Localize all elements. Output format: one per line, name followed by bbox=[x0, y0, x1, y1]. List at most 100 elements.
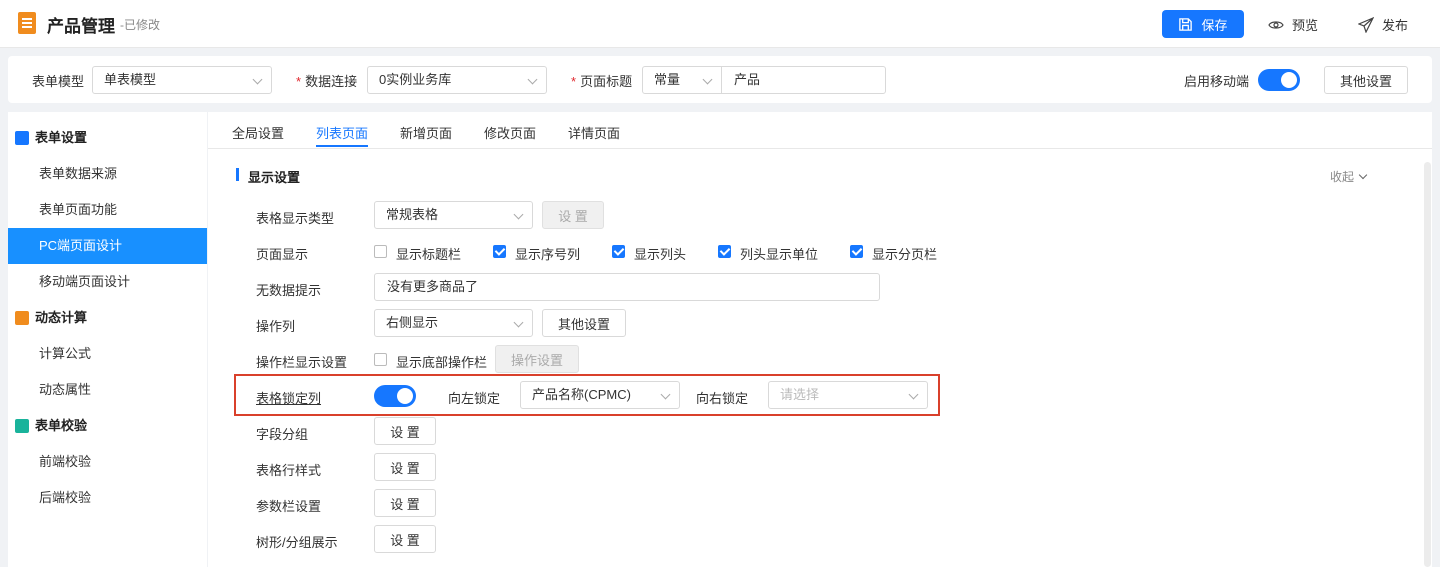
action-col-settings-button[interactable]: 其他设置 bbox=[542, 309, 626, 337]
sidebar-group-form-validate[interactable]: 表单校验 bbox=[8, 408, 207, 444]
page-title-label: * 页面标题 bbox=[571, 74, 633, 89]
collapse-button[interactable]: 收起 bbox=[1330, 168, 1368, 185]
header-unit-label: 列头显示单位 bbox=[740, 247, 819, 262]
field-group-settings-button[interactable]: 设 置 bbox=[374, 417, 436, 445]
lock-col-label: 表格锁定列 bbox=[256, 391, 322, 406]
sidebar-item-dynamic-attr[interactable]: 动态属性 bbox=[8, 372, 207, 408]
table-type-select[interactable]: 常规表格 bbox=[374, 201, 533, 229]
show-index-col-checkbox[interactable] bbox=[493, 245, 506, 258]
action-col-select[interactable]: 右侧显示 bbox=[374, 309, 533, 337]
lock-col-toggle[interactable] bbox=[374, 385, 416, 407]
show-bottom-bar-label: 显示底部操作栏 bbox=[396, 355, 488, 370]
table-type-value: 常规表格 bbox=[386, 207, 439, 222]
tab-global[interactable]: 全局设置 bbox=[232, 123, 284, 142]
sidebar-group-dynamic-calc[interactable]: 动态计算 bbox=[8, 300, 207, 336]
tree-group-settings-button[interactable]: 设 置 bbox=[374, 525, 436, 553]
sidebar-item-data-source[interactable]: 表单数据来源 bbox=[8, 156, 207, 192]
show-col-header-label: 显示列头 bbox=[634, 247, 687, 262]
preview-button[interactable]: 预览 bbox=[1268, 15, 1318, 34]
show-index-col-label: 显示序号列 bbox=[515, 247, 581, 262]
lock-left-value: 产品名称(CPMC) bbox=[532, 387, 631, 402]
page-title-type-value: 常量 bbox=[654, 72, 681, 87]
chevron-down-icon bbox=[513, 317, 524, 328]
app-logo-icon bbox=[18, 12, 36, 34]
tab-detail[interactable]: 详情页面 bbox=[568, 123, 620, 142]
chevron-down-icon bbox=[252, 74, 263, 85]
sidebar-item-pc-design[interactable]: PC端页面设计 bbox=[8, 228, 207, 264]
modified-status: -已修改 bbox=[120, 18, 160, 32]
publish-button[interactable]: 发布 bbox=[1358, 15, 1408, 34]
lock-right-select[interactable]: 请选择 bbox=[768, 381, 928, 409]
table-type-label: 表格显示类型 bbox=[256, 211, 335, 226]
scrollbar[interactable] bbox=[1424, 162, 1431, 567]
dynamic-calc-icon bbox=[15, 311, 29, 325]
no-data-label: 无数据提示 bbox=[256, 283, 322, 298]
sidebar: 表单设置 表单数据来源 表单页面功能 PC端页面设计 移动端页面设计 动态计算 … bbox=[8, 112, 207, 567]
form-model-label: 表单模型 bbox=[32, 74, 85, 89]
collapse-label: 收起 bbox=[1330, 170, 1355, 184]
data-conn-label: * 数据连接 bbox=[296, 74, 358, 89]
section-title: 显示设置 bbox=[248, 170, 301, 185]
other-settings-button[interactable]: 其他设置 bbox=[1324, 66, 1408, 94]
lock-right-label: 向右锁定 bbox=[696, 391, 749, 406]
mobile-toggle[interactable] bbox=[1258, 69, 1300, 91]
sidebar-item-formula[interactable]: 计算公式 bbox=[8, 336, 207, 372]
sidebar-item-backend-validate[interactable]: 后端校验 bbox=[8, 480, 207, 516]
tab-add[interactable]: 新增页面 bbox=[400, 123, 452, 142]
save-button[interactable]: 保存 bbox=[1162, 10, 1244, 38]
sidebar-item-mobile-design[interactable]: 移动端页面设计 bbox=[8, 264, 207, 300]
show-pagination-checkbox[interactable] bbox=[850, 245, 863, 258]
sidebar-group-form-settings[interactable]: 表单设置 bbox=[8, 120, 207, 156]
lock-left-select[interactable]: 产品名称(CPMC) bbox=[520, 381, 680, 409]
show-title-bar-checkbox[interactable] bbox=[374, 245, 387, 258]
show-pagination-label: 显示分页栏 bbox=[872, 247, 938, 262]
sidebar-group-label: 动态计算 bbox=[35, 310, 88, 325]
chevron-down-icon bbox=[908, 389, 919, 400]
app-header: 产品管理 -已修改 保存 预览 发布 bbox=[0, 0, 1440, 48]
show-col-header-checkbox[interactable] bbox=[612, 245, 625, 258]
tab-list[interactable]: 列表页面 bbox=[316, 123, 368, 142]
chevron-down-icon bbox=[702, 74, 713, 85]
form-model-value: 单表模型 bbox=[104, 72, 157, 87]
table-type-settings-button[interactable]: 设 置 bbox=[542, 201, 604, 229]
preview-label: 预览 bbox=[1292, 18, 1319, 33]
chevron-down-icon bbox=[1358, 170, 1368, 180]
main-panel: 全局设置 列表页面 新增页面 修改页面 详情页面 显示设置 收起 表格显示类型 … bbox=[208, 112, 1432, 567]
page-display-label: 页面显示 bbox=[256, 247, 309, 262]
header-unit-checkbox[interactable] bbox=[718, 245, 731, 258]
chevron-down-icon bbox=[527, 74, 538, 85]
form-model-select[interactable]: 单表模型 bbox=[92, 66, 272, 94]
action-col-label: 操作列 bbox=[256, 319, 296, 334]
row-style-settings-button[interactable]: 设 置 bbox=[374, 453, 436, 481]
config-bar: 表单模型 单表模型 * 数据连接 0实例业务库 * 页面标题 常量 产品 启用移动端… bbox=[8, 56, 1432, 103]
sidebar-item-frontend-validate[interactable]: 前端校验 bbox=[8, 444, 207, 480]
form-settings-icon bbox=[15, 131, 29, 145]
send-icon bbox=[1358, 16, 1374, 33]
form-validate-icon bbox=[15, 419, 29, 433]
section-marker bbox=[236, 168, 239, 181]
page-title: 产品管理 bbox=[47, 17, 115, 36]
param-bar-settings-button[interactable]: 设 置 bbox=[374, 489, 436, 517]
no-data-input[interactable]: 没有更多商品了 bbox=[374, 273, 880, 301]
sidebar-group-label: 表单设置 bbox=[35, 130, 88, 145]
param-bar-label: 参数栏设置 bbox=[256, 499, 322, 514]
sidebar-group-label: 表单校验 bbox=[35, 418, 88, 433]
sidebar-item-page-function[interactable]: 表单页面功能 bbox=[8, 192, 207, 228]
tab-edit[interactable]: 修改页面 bbox=[484, 123, 536, 142]
data-conn-select[interactable]: 0实例业务库 bbox=[367, 66, 547, 94]
active-tab-indicator bbox=[316, 145, 368, 147]
action-bar-settings-button[interactable]: 操作设置 bbox=[495, 345, 579, 373]
show-bottom-bar-checkbox[interactable] bbox=[374, 353, 387, 366]
page-title-input[interactable]: 产品 bbox=[721, 66, 886, 94]
tree-group-label: 树形/分组展示 bbox=[256, 535, 338, 550]
lock-left-label: 向左锁定 bbox=[448, 391, 501, 406]
field-group-label: 字段分组 bbox=[256, 427, 309, 442]
data-conn-value: 0实例业务库 bbox=[379, 72, 452, 87]
action-col-value: 右侧显示 bbox=[386, 315, 439, 330]
chevron-down-icon bbox=[660, 389, 671, 400]
page-title-type-select[interactable]: 常量 bbox=[642, 66, 722, 94]
chevron-down-icon bbox=[513, 209, 524, 220]
lock-right-placeholder: 请选择 bbox=[780, 387, 820, 402]
publish-label: 发布 bbox=[1382, 18, 1409, 33]
mobile-label: 启用移动端 bbox=[1184, 74, 1250, 89]
